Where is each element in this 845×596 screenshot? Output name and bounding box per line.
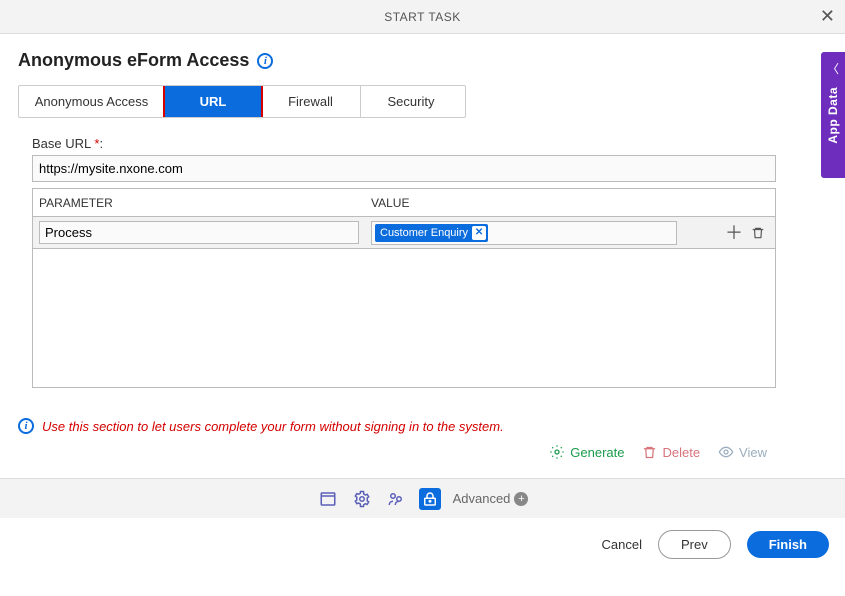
delete-row-icon[interactable] <box>751 226 765 240</box>
content-area: Anonymous eForm Access i Anonymous Acces… <box>0 34 845 478</box>
table-row: Customer Enquiry ✕ ＋ <box>33 217 775 249</box>
close-icon[interactable]: ✕ <box>820 6 835 27</box>
delete-button[interactable]: Delete <box>642 444 700 460</box>
generate-label: Generate <box>570 445 624 460</box>
view-label: View <box>739 445 767 460</box>
column-header-parameter: PARAMETER <box>33 196 365 210</box>
parameter-value-input[interactable]: Customer Enquiry ✕ <box>371 221 677 245</box>
info-icon[interactable]: i <box>257 53 273 69</box>
tab-security[interactable]: Security <box>361 86 461 117</box>
base-url-input[interactable] <box>32 155 776 182</box>
chip-label: Customer Enquiry <box>380 227 468 239</box>
prev-button[interactable]: Prev <box>658 530 731 559</box>
generate-button[interactable]: Generate <box>549 444 624 460</box>
window-icon[interactable] <box>317 488 339 510</box>
column-header-value: VALUE <box>365 196 409 210</box>
side-panel-label: App Data <box>826 87 840 144</box>
hint-row: i Use this section to let users complete… <box>18 418 827 434</box>
parameter-table: PARAMETER VALUE Customer Enquiry ✕ ＋ <box>32 188 776 388</box>
finish-button[interactable]: Finish <box>747 531 829 558</box>
advanced-label: Advanced <box>453 491 511 506</box>
tab-bar: Anonymous Access URL Firewall Security <box>18 85 466 118</box>
hint-text: Use this section to let users complete y… <box>42 419 504 434</box>
lock-icon[interactable] <box>419 488 441 510</box>
side-panel-toggle[interactable]: 〈 App Data <box>821 52 845 178</box>
chevron-left-icon: 〈 <box>827 60 839 77</box>
chip-remove-icon[interactable]: ✕ <box>472 226 486 240</box>
gear-icon[interactable] <box>351 488 373 510</box>
footer: Cancel Prev Finish <box>0 518 845 570</box>
base-url-label: Base URL *: <box>18 136 827 151</box>
modal-title: START TASK <box>384 10 461 24</box>
cancel-button[interactable]: Cancel <box>602 537 642 552</box>
hint-info-icon: i <box>18 418 34 434</box>
delete-label: Delete <box>662 445 700 460</box>
page-title: Anonymous eForm Access <box>18 50 249 71</box>
advanced-toggle[interactable]: Advanced + <box>453 491 529 506</box>
people-icon[interactable] <box>385 488 407 510</box>
view-button[interactable]: View <box>718 444 767 460</box>
tab-url[interactable]: URL <box>163 85 263 118</box>
tab-firewall[interactable]: Firewall <box>261 86 361 117</box>
tab-anonymous-access[interactable]: Anonymous Access <box>19 86 165 117</box>
step-bar: Advanced + <box>0 478 845 518</box>
plus-circle-icon: + <box>514 492 528 506</box>
modal-header: START TASK ✕ <box>0 0 845 34</box>
parameter-name-input[interactable] <box>39 221 359 244</box>
value-chip[interactable]: Customer Enquiry ✕ <box>375 224 488 242</box>
add-row-icon[interactable]: ＋ <box>725 226 743 240</box>
